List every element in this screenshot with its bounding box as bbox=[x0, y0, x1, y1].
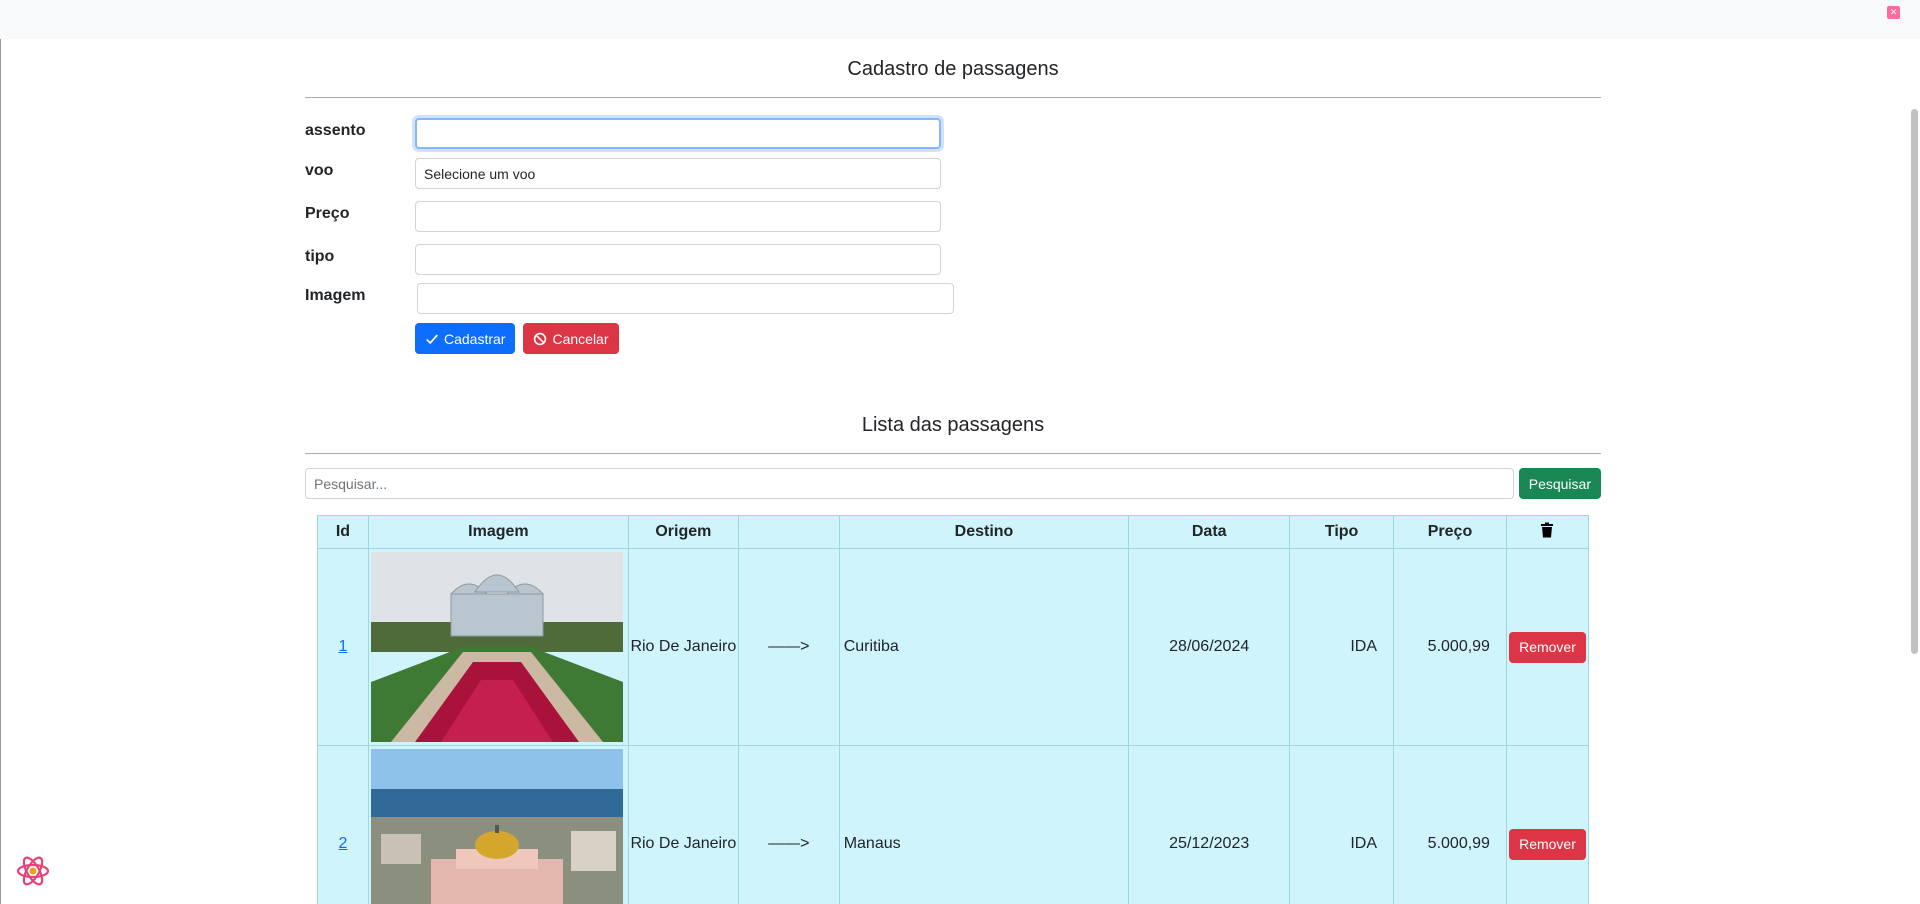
row-preco: 5.000,99 bbox=[1393, 745, 1507, 904]
search-row: Pesquisar... Pesquisar bbox=[305, 468, 1601, 499]
form-divider bbox=[305, 97, 1601, 98]
field-label: assento bbox=[305, 122, 366, 139]
field-imagem: Imagem bbox=[305, 283, 1105, 327]
row-destino: Manaus bbox=[838, 745, 1130, 904]
header-arrow bbox=[737, 515, 840, 549]
cadastrar-label: Cadastrar bbox=[444, 330, 506, 347]
list-title: Lista das passagens bbox=[861, 414, 1045, 436]
react-logo-icon[interactable] bbox=[12, 850, 54, 892]
row-arrow: ——> bbox=[737, 548, 840, 746]
header-origem: Origem bbox=[627, 515, 739, 549]
row-id-link[interactable]: 2 bbox=[339, 835, 348, 852]
check-icon bbox=[426, 333, 438, 344]
table-row: 2 Rio De Janeiro ——> Manaus 25/12/2023 I… bbox=[317, 745, 1590, 904]
tickets-table: Id Imagem Origem Destino Data Tipo Preço… bbox=[317, 515, 1590, 904]
preco-input[interactable] bbox=[415, 201, 941, 232]
browser-topbar: ✕ bbox=[0, 0, 1920, 39]
header-imagem: Imagem bbox=[367, 515, 629, 549]
field-label: voo bbox=[305, 162, 334, 179]
row-destino: Curitiba bbox=[838, 548, 1130, 746]
remover-button[interactable]: Remover bbox=[1509, 828, 1586, 860]
ticket-form: assento voo Selecione um voo Preço tipo … bbox=[305, 118, 1601, 382]
tipo-input[interactable] bbox=[415, 244, 941, 275]
row-tipo: IDA bbox=[1289, 548, 1395, 746]
header-destino: Destino bbox=[838, 515, 1130, 549]
table-header-row: Id Imagem Origem Destino Data Tipo Preço bbox=[317, 515, 1590, 549]
header-id: Id bbox=[317, 515, 369, 549]
remover-button[interactable]: Remover bbox=[1509, 631, 1586, 663]
pesquisar-button[interactable]: Pesquisar bbox=[1518, 468, 1601, 499]
trash-icon bbox=[1541, 522, 1554, 537]
search-input[interactable]: Pesquisar... bbox=[305, 468, 1514, 499]
field-voo: voo Selecione um voo bbox=[305, 158, 1105, 202]
imagem-input[interactable] bbox=[417, 283, 954, 314]
table-row: 1 Rio De Janeiro ——> Curitiba 28/06/2024… bbox=[317, 548, 1590, 746]
field-preco: Preço bbox=[305, 201, 1105, 245]
cancelar-button[interactable]: Cancelar bbox=[523, 323, 619, 354]
list-divider bbox=[305, 453, 1601, 454]
header-tipo: Tipo bbox=[1289, 515, 1395, 549]
cadastrar-button[interactable]: Cadastrar bbox=[415, 323, 516, 354]
page-left-border bbox=[0, 39, 1, 904]
field-label: tipo bbox=[305, 248, 335, 265]
field-label: Preço bbox=[305, 205, 350, 222]
row-id-link[interactable]: 1 bbox=[339, 638, 348, 655]
cancelar-label: Cancelar bbox=[552, 330, 609, 347]
header-data: Data bbox=[1128, 515, 1291, 549]
form-actions: Cadastrar Cancelar bbox=[415, 323, 619, 354]
row-data: 28/06/2024 bbox=[1128, 548, 1291, 746]
form-title: Cadastro de passagens bbox=[847, 58, 1059, 80]
scrollbar[interactable] bbox=[1906, 39, 1920, 904]
row-arrow: ——> bbox=[737, 745, 840, 904]
ban-icon bbox=[534, 332, 547, 345]
destination-image-curitiba bbox=[370, 552, 623, 742]
field-tipo: tipo bbox=[305, 244, 1105, 288]
close-icon[interactable]: ✕ bbox=[1887, 6, 1900, 19]
main-container: Cadastro de passagens assento voo Seleci… bbox=[305, 39, 1601, 904]
header-preco: Preço bbox=[1393, 515, 1507, 549]
voo-select[interactable]: Selecione um voo bbox=[415, 158, 941, 189]
header-delete bbox=[1505, 515, 1590, 549]
row-data: 25/12/2023 bbox=[1128, 745, 1291, 904]
destination-image-manaus bbox=[370, 749, 623, 904]
scrollbar-thumb[interactable] bbox=[1911, 109, 1918, 654]
row-origem: Rio De Janeiro bbox=[627, 548, 739, 746]
row-tipo: IDA bbox=[1289, 745, 1395, 904]
row-preco: 5.000,99 bbox=[1393, 548, 1507, 746]
field-label: Imagem bbox=[305, 287, 366, 304]
field-assento: assento bbox=[305, 118, 1105, 162]
row-origem: Rio De Janeiro bbox=[627, 745, 739, 904]
assento-input[interactable] bbox=[415, 118, 941, 149]
